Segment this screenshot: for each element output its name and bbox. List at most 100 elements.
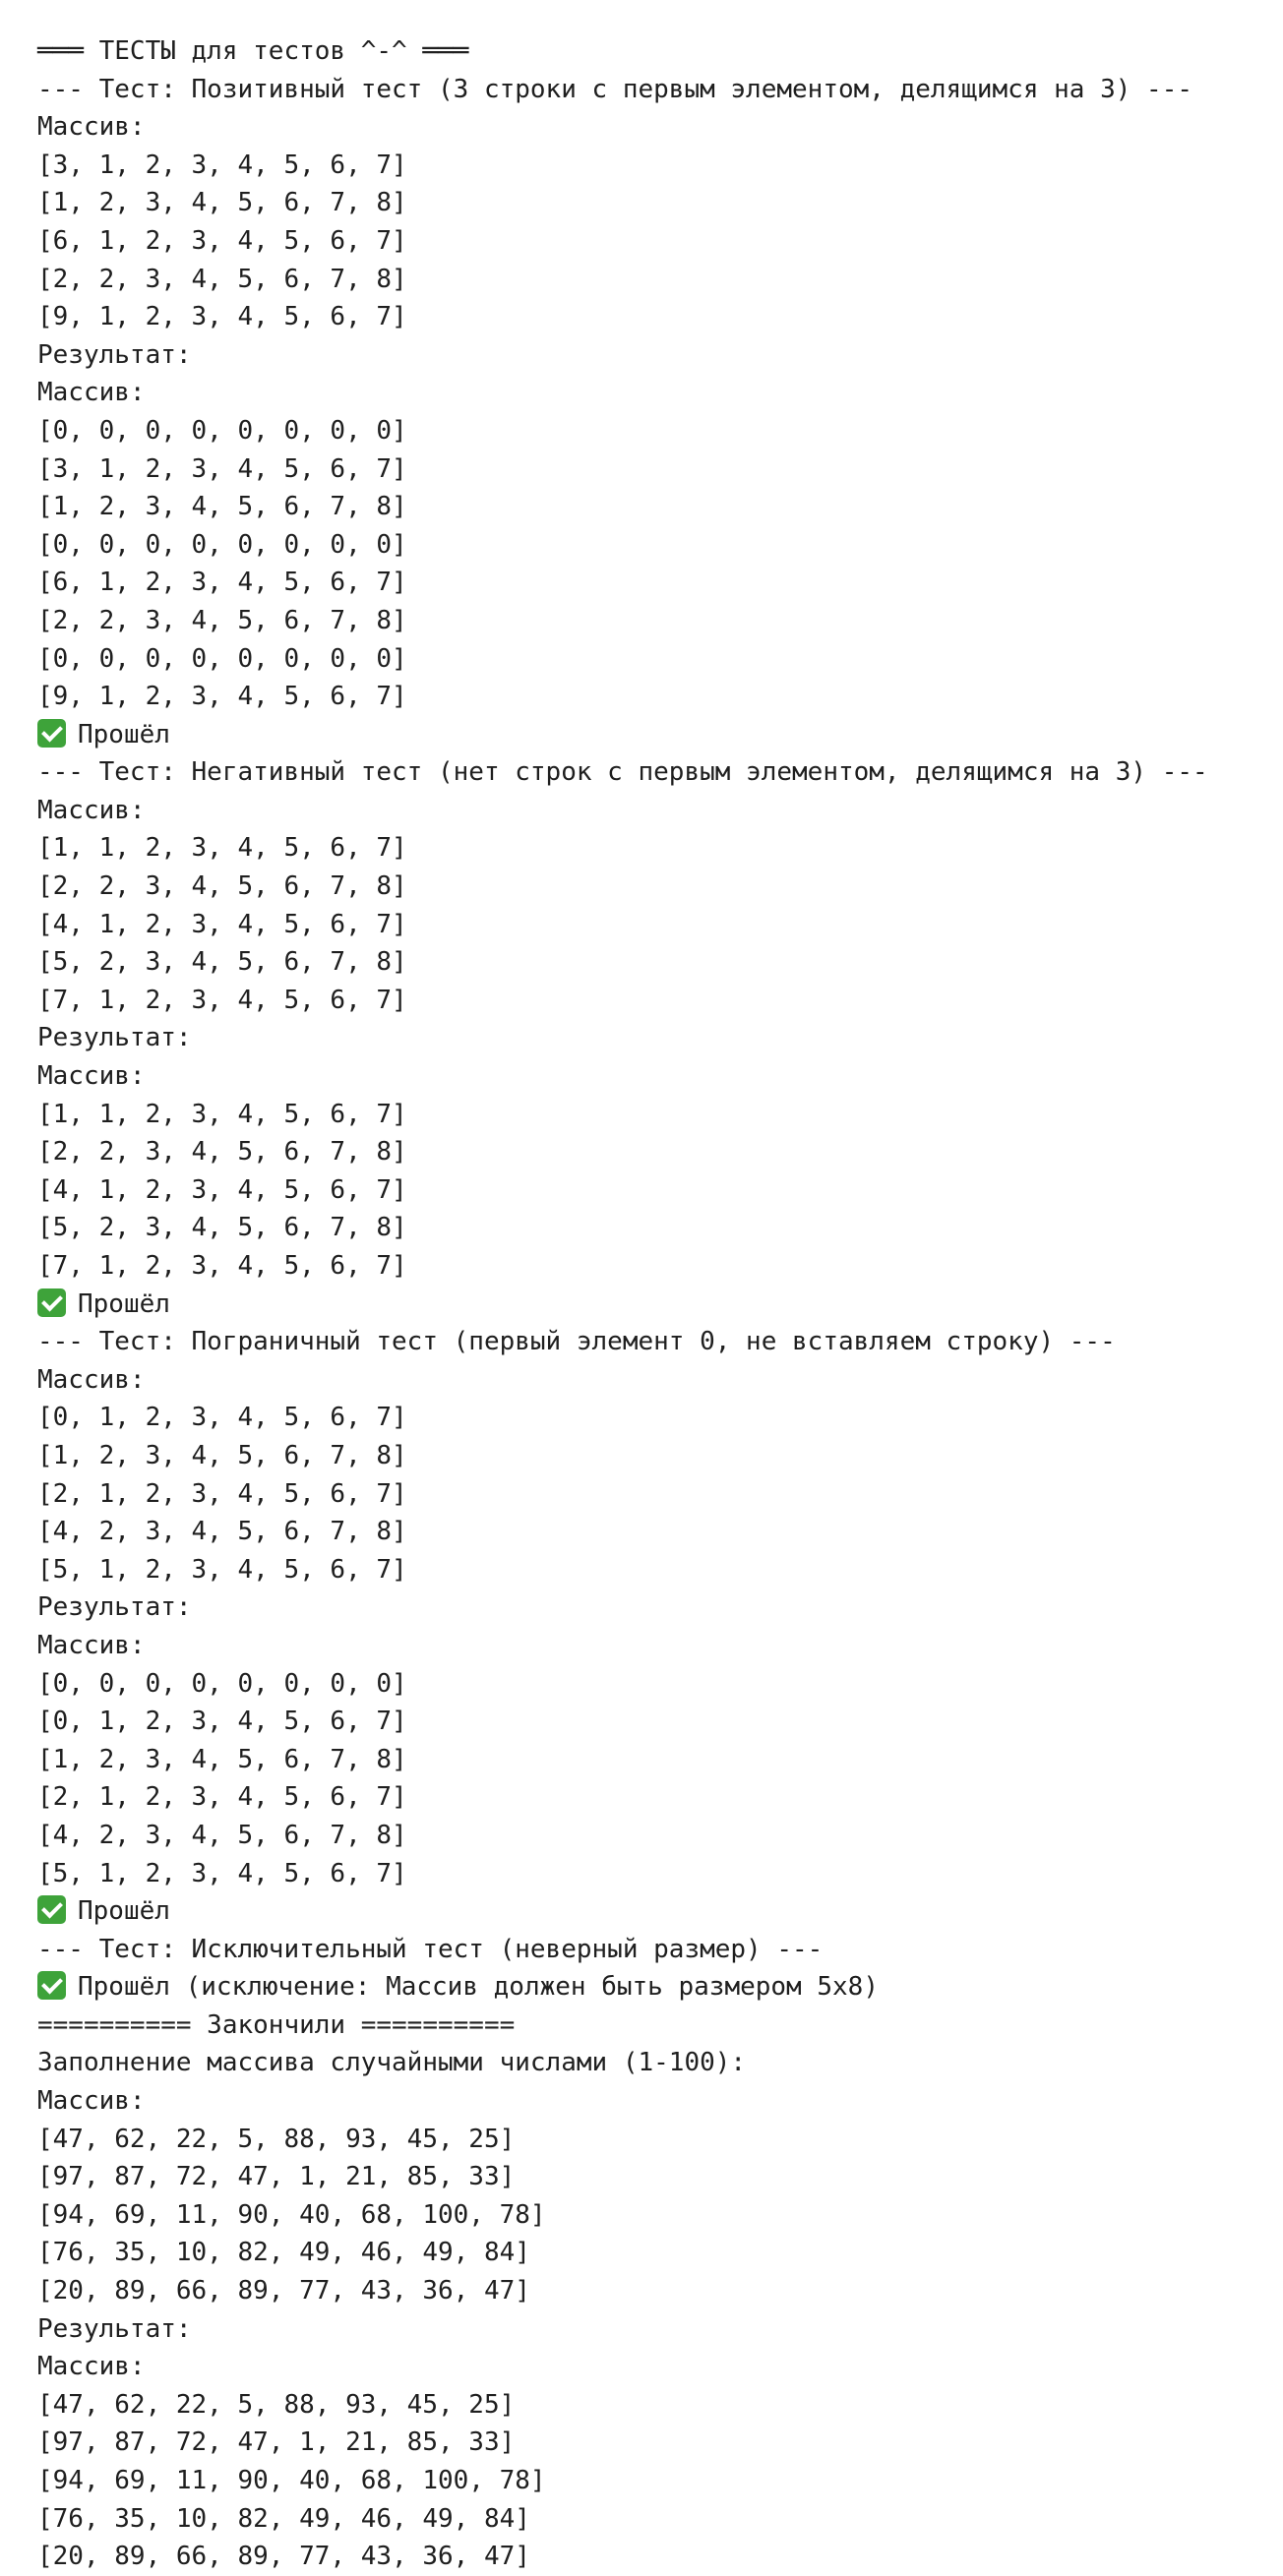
line-text: [0, 0, 0, 0, 0, 0, 0, 0]: [37, 643, 407, 674]
line-text: [76, 35, 10, 82, 49, 46, 49, 84]: [37, 2503, 530, 2534]
line-text: Массив:: [37, 2352, 146, 2382]
array-row: [0, 0, 0, 0, 0, 0, 0, 0]: [37, 412, 1263, 450]
line-text: [0, 1, 2, 3, 4, 5, 6, 7]: [37, 1707, 407, 1737]
check-icon: [37, 1288, 66, 1317]
array-row: [2, 2, 3, 4, 5, 6, 7, 8]: [37, 602, 1263, 640]
array-row: [1, 2, 3, 4, 5, 6, 7, 8]: [37, 488, 1263, 526]
check-icon: [37, 718, 66, 748]
line-text: [0, 0, 0, 0, 0, 0, 0, 0]: [37, 415, 407, 446]
array-row: [76, 35, 10, 82, 49, 46, 49, 84]: [37, 2500, 1263, 2539]
test-title: --- Тест: Негативный тест (нет строк с п…: [37, 753, 1263, 792]
line-text: Массив:: [37, 795, 146, 825]
array-row: [7, 1, 2, 3, 4, 5, 6, 7]: [37, 982, 1263, 1020]
output-label: Результат:: [37, 2310, 1263, 2349]
array-row: [94, 69, 11, 90, 40, 68, 100, 78]: [37, 2196, 1263, 2235]
line-text: Прошёл: [78, 719, 170, 749]
output-label: Массив:: [37, 1057, 1263, 1096]
line-text: [0, 0, 0, 0, 0, 0, 0, 0]: [37, 529, 407, 560]
line-text: [2, 2, 3, 4, 5, 6, 7, 8]: [37, 264, 407, 294]
line-text: [7, 1, 2, 3, 4, 5, 6, 7]: [37, 1251, 407, 1281]
line-text: [1, 1, 2, 3, 4, 5, 6, 7]: [37, 833, 407, 864]
output-label: Массив:: [37, 1627, 1263, 1665]
array-row: [97, 87, 72, 47, 1, 21, 85, 33]: [37, 2158, 1263, 2196]
line-text: [1, 2, 3, 4, 5, 6, 7, 8]: [37, 188, 407, 218]
line-text: Прошёл: [78, 1288, 170, 1319]
line-text: [20, 89, 66, 89, 77, 43, 36, 47]: [37, 2276, 530, 2306]
array-row: [6, 1, 2, 3, 4, 5, 6, 7]: [37, 564, 1263, 602]
output-label: Массив:: [37, 2348, 1263, 2386]
array-row: [5, 1, 2, 3, 4, 5, 6, 7]: [37, 1855, 1263, 1893]
line-text: Заполнение массива случайными числами (1…: [37, 2048, 747, 2078]
line-text: [1, 2, 3, 4, 5, 6, 7, 8]: [37, 1744, 407, 1774]
line-text: [5, 2, 3, 4, 5, 6, 7, 8]: [37, 947, 407, 978]
array-row: [0, 1, 2, 3, 4, 5, 6, 7]: [37, 1703, 1263, 1741]
line-text: Массив:: [37, 378, 146, 408]
console-output: ═══ ТЕСТЫ для тестов ^-^ ═══ --- Тест: По…: [37, 32, 1263, 2576]
line-text: ========== Закончили ==========: [37, 2009, 516, 2040]
test-pass-line: Прошёл: [37, 1892, 1263, 1931]
array-row: [76, 35, 10, 82, 49, 46, 49, 84]: [37, 2234, 1263, 2272]
line-text: Массив:: [37, 1364, 146, 1395]
array-row: [5, 1, 2, 3, 4, 5, 6, 7]: [37, 1551, 1263, 1589]
line-text: Результат:: [37, 339, 192, 370]
section-header: ========== Закончили ==========: [37, 2007, 1263, 2045]
line-text: [47, 62, 22, 5, 88, 93, 45, 25]: [37, 2389, 516, 2420]
array-row: [3, 1, 2, 3, 4, 5, 6, 7]: [37, 450, 1263, 489]
array-row: [1, 2, 3, 4, 5, 6, 7, 8]: [37, 184, 1263, 222]
output-label: Результат:: [37, 336, 1263, 375]
array-row: [94, 69, 11, 90, 40, 68, 100, 78]: [37, 2462, 1263, 2500]
array-row: [0, 1, 2, 3, 4, 5, 6, 7]: [37, 1399, 1263, 1437]
line-text: [94, 69, 11, 90, 40, 68, 100, 78]: [37, 2199, 546, 2230]
array-row: [2, 2, 3, 4, 5, 6, 7, 8]: [37, 868, 1263, 906]
line-text: Массив:: [37, 112, 146, 143]
array-row: [1, 2, 3, 4, 5, 6, 7, 8]: [37, 1741, 1263, 1779]
test-pass-line: Прошёл: [37, 1286, 1263, 1324]
array-row: [9, 1, 2, 3, 4, 5, 6, 7]: [37, 678, 1263, 716]
line-text: [4, 1, 2, 3, 4, 5, 6, 7]: [37, 909, 407, 939]
line-text: [1, 1, 2, 3, 4, 5, 6, 7]: [37, 1099, 407, 1129]
line-text: Массив:: [37, 2086, 146, 2117]
line-text: [2, 2, 3, 4, 5, 6, 7, 8]: [37, 605, 407, 635]
array-row: [47, 62, 22, 5, 88, 93, 45, 25]: [37, 2121, 1263, 2159]
line-text: Прошёл (исключение: Массив должен быть р…: [78, 1972, 879, 2003]
line-text: [47, 62, 22, 5, 88, 93, 45, 25]: [37, 2124, 516, 2154]
line-text: Массив:: [37, 1630, 146, 1660]
output-label: Массив:: [37, 108, 1263, 147]
line-text: [97, 87, 72, 47, 1, 21, 85, 33]: [37, 2162, 516, 2192]
array-row: [97, 87, 72, 47, 1, 21, 85, 33]: [37, 2424, 1263, 2462]
check-icon: [37, 1895, 66, 1925]
line-text: ═══ ТЕСТЫ для тестов ^-^ ═══: [37, 36, 469, 66]
line-text: Прошёл: [78, 1896, 170, 1927]
line-text: [94, 69, 11, 90, 40, 68, 100, 78]: [37, 2466, 546, 2495]
line-text: [5, 1, 2, 3, 4, 5, 6, 7]: [37, 1554, 407, 1585]
line-text: [7, 1, 2, 3, 4, 5, 6, 7]: [37, 985, 407, 1015]
array-row: [5, 2, 3, 4, 5, 6, 7, 8]: [37, 1209, 1263, 1247]
line-text: [4, 1, 2, 3, 4, 5, 6, 7]: [37, 1174, 407, 1205]
array-row: [20, 89, 66, 89, 77, 43, 36, 47]: [37, 2538, 1263, 2576]
line-text: [97, 87, 72, 47, 1, 21, 85, 33]: [37, 2427, 516, 2458]
line-text: [76, 35, 10, 82, 49, 46, 49, 84]: [37, 2238, 530, 2268]
array-row: [0, 0, 0, 0, 0, 0, 0, 0]: [37, 1665, 1263, 1704]
output-label: Заполнение массива случайными числами (1…: [37, 2044, 1263, 2082]
line-text: --- Тест: Негативный тест (нет строк с п…: [37, 757, 1208, 788]
line-text: [3, 1, 2, 3, 4, 5, 6, 7]: [37, 150, 407, 180]
array-row: [3, 1, 2, 3, 4, 5, 6, 7]: [37, 147, 1263, 185]
test-title: --- Тест: Позитивный тест (3 строки с пе…: [37, 71, 1263, 109]
line-text: [1, 2, 3, 4, 5, 6, 7, 8]: [37, 492, 407, 522]
array-row: [2, 2, 3, 4, 5, 6, 7, 8]: [37, 261, 1263, 299]
output-label: Результат:: [37, 1588, 1263, 1627]
array-row: [4, 2, 3, 4, 5, 6, 7, 8]: [37, 1513, 1263, 1551]
line-text: [9, 1, 2, 3, 4, 5, 6, 7]: [37, 682, 407, 712]
array-row: [6, 1, 2, 3, 4, 5, 6, 7]: [37, 222, 1263, 261]
array-row: [5, 2, 3, 4, 5, 6, 7, 8]: [37, 943, 1263, 982]
line-text: [6, 1, 2, 3, 4, 5, 6, 7]: [37, 568, 407, 598]
output-label: Массив:: [37, 2082, 1263, 2121]
array-row: [1, 2, 3, 4, 5, 6, 7, 8]: [37, 1437, 1263, 1475]
array-row: [0, 0, 0, 0, 0, 0, 0, 0]: [37, 640, 1263, 679]
line-text: [0, 0, 0, 0, 0, 0, 0, 0]: [37, 1668, 407, 1699]
line-text: Результат:: [37, 2313, 192, 2344]
array-row: [1, 1, 2, 3, 4, 5, 6, 7]: [37, 1096, 1263, 1134]
test-pass-line: Прошёл (исключение: Массив должен быть р…: [37, 1968, 1263, 2007]
array-row: [7, 1, 2, 3, 4, 5, 6, 7]: [37, 1247, 1263, 1286]
test-pass-line: Прошёл: [37, 716, 1263, 754]
